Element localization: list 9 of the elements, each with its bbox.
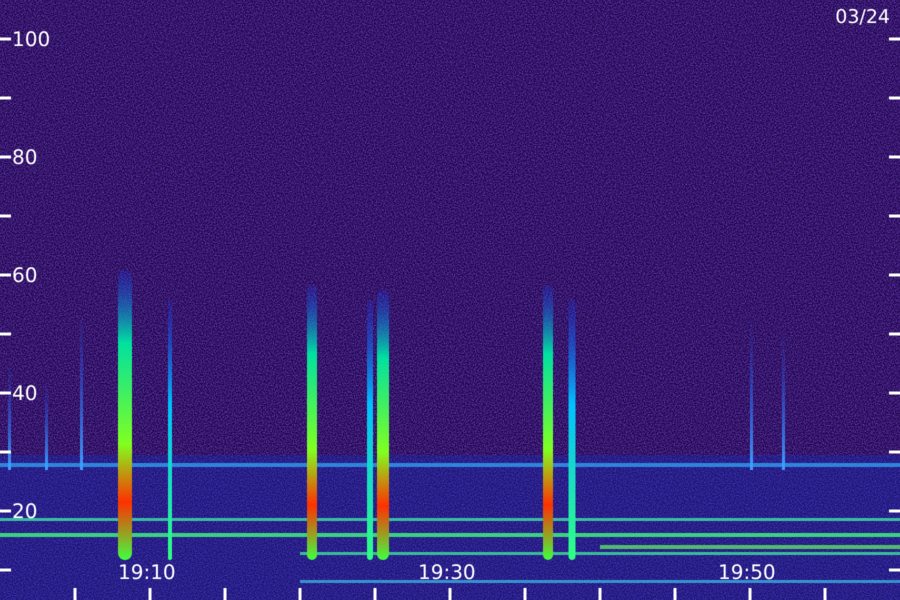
x-axis-label: 19:50 — [718, 561, 776, 583]
y-axis-label: 60 — [12, 264, 38, 286]
y-axis-label: 100 — [12, 28, 50, 50]
y-axis-label: 40 — [12, 382, 38, 404]
y-axis-label: 20 — [12, 500, 38, 522]
date-label: 03/24 — [835, 6, 890, 28]
x-axis-label: 19:10 — [118, 561, 176, 583]
x-axis-label: 19:30 — [418, 561, 476, 583]
y-axis-label: 80 — [12, 146, 38, 168]
